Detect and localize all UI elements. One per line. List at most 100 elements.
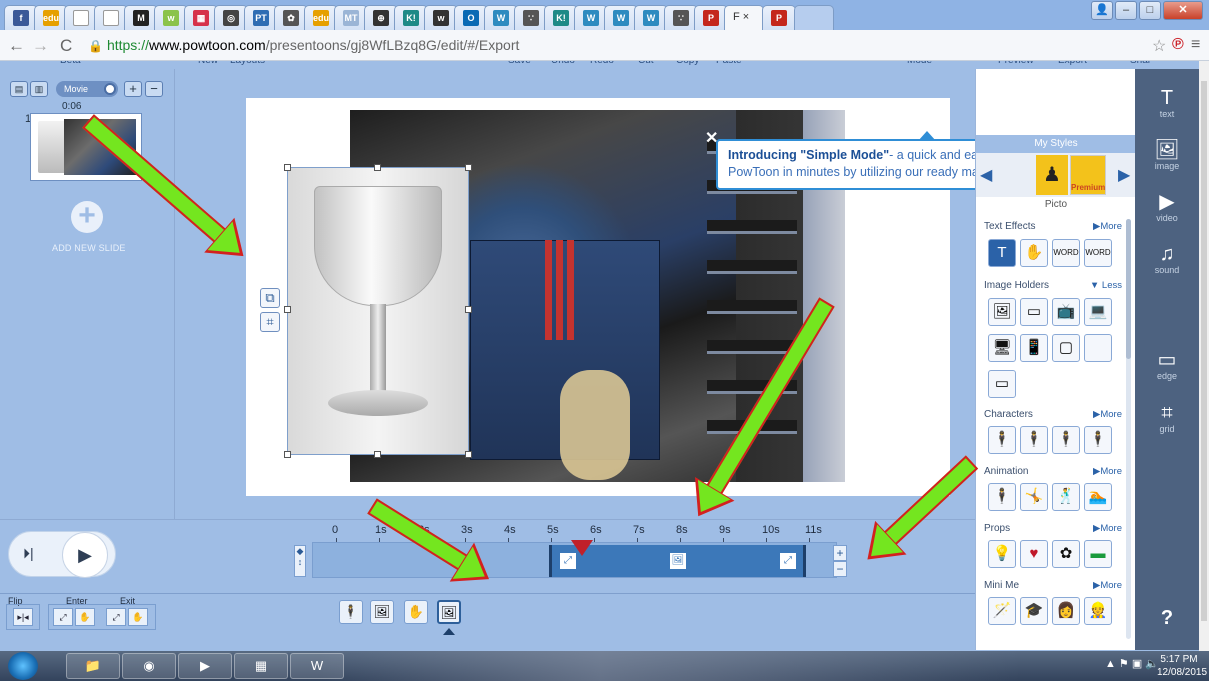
menu-item-cut[interactable]: Cut [638,61,654,66]
layer-order-icon[interactable]: ⧉ [260,288,280,308]
back-arrow-icon[interactable]: ← [8,36,25,56]
browser-tab[interactable]: P [762,5,796,30]
resize-handle[interactable] [284,164,291,171]
menu-icon[interactable]: ≡ [1191,36,1200,54]
media-player-icon[interactable]: ▶ [178,653,232,679]
enter-effect-icon[interactable]: ⤢ [53,608,73,626]
mini-me-3-icon[interactable]: 👩 [1052,597,1080,625]
reload-icon[interactable]: C [60,36,72,56]
menu-item-export[interactable]: Export [1058,61,1087,66]
browser-tab[interactable]: K! [544,5,578,30]
more-toggle[interactable]: ▶More [1093,409,1122,420]
menu-item-new[interactable]: New [198,61,218,66]
mini-me-4-icon[interactable]: 👷 [1084,597,1112,625]
browser-tab[interactable]: PT [244,5,278,30]
resize-handle[interactable] [284,451,291,458]
menu-item-beta[interactable]: Beta [60,61,81,66]
prop-flower-icon[interactable]: ✿ [1052,540,1080,568]
menu-item-share[interactable]: Share [1130,61,1150,66]
step-play-icon[interactable]: ⏵| [23,545,34,562]
menu-item-save[interactable]: Save [508,61,531,66]
text-effect-word-icon[interactable]: WORD [1052,239,1080,267]
menu-item-layouts[interactable]: Layouts [230,61,265,66]
browser-tab[interactable] [94,5,128,30]
page-scroll-thumb[interactable] [1201,81,1207,621]
tool-grid[interactable]: ⌗ grid [1135,402,1199,434]
browser-tab[interactable]: M [124,5,158,30]
browser-tab[interactable]: edu [304,5,338,30]
browser-tab[interactable]: W [604,5,638,30]
zoom-out-button[interactable]: − [833,561,847,577]
resize-handle[interactable] [465,164,472,171]
bookmark-star-icon[interactable]: ☆ [1152,36,1166,56]
image-holder-laptop-icon[interactable]: 💻 [1084,298,1112,326]
start-button-icon[interactable] [8,652,38,680]
maximize-icon[interactable]: □ [1139,1,1161,20]
mini-me-1-icon[interactable]: 🪄 [988,597,1016,625]
tool-text[interactable]: Ttext [1135,87,1199,119]
close-window-icon[interactable]: ✕ [1163,1,1203,20]
zoom-in-button[interactable]: + [833,545,847,561]
less-toggle[interactable]: ▼ Less [1090,280,1122,291]
file-explorer-icon[interactable]: 📁 [66,653,120,679]
image-holder-type-icon[interactable]: 🖼 [437,600,461,624]
browser-tab[interactable]: ∵ [664,5,698,30]
animation-3-icon[interactable]: 🕺 [1052,483,1080,511]
browser-tab-active[interactable]: F × [724,5,764,30]
text-effect-t-icon[interactable]: T [988,239,1016,267]
browser-tab[interactable]: ∵ [514,5,548,30]
playhead-marker[interactable] [571,540,593,556]
play-icon[interactable]: ▶ [62,532,108,578]
menu-item-mode[interactable]: Mode [907,61,932,66]
prop-money-icon[interactable]: ▬ [1084,540,1112,568]
prop-heart-icon[interactable]: ♥ [1020,540,1048,568]
exit-handle-icon[interactable]: ⤢ [780,553,796,569]
text-effect-hand-icon[interactable]: ✋ [1020,239,1048,267]
slide-view-grid-icon[interactable]: ▥ [30,81,48,97]
browser-tab[interactable]: MT [334,5,368,30]
crop-icon[interactable]: ⌗ [260,312,280,332]
resize-handle[interactable] [374,451,381,458]
movie-mode-toggle[interactable]: Movie [56,81,118,97]
picto-style-icon[interactable]: ♟ [1036,155,1068,195]
browser-tab[interactable]: edu [34,5,68,30]
add-new-slide-label[interactable]: ADD NEW SLIDE [52,243,126,253]
more-toggle[interactable]: ▶More [1093,580,1122,591]
browser-tab[interactable]: W [634,5,668,30]
resize-handle[interactable] [374,164,381,171]
browser-tab[interactable]: w [424,5,458,30]
resize-handle[interactable] [465,306,472,313]
exit-hand-icon[interactable]: ✋ [128,608,148,626]
tool-video[interactable]: ▶ video [1135,191,1199,223]
browser-tab[interactable] [64,5,98,30]
browser-tab[interactable]: O [454,5,488,30]
image-holder-desktop-icon[interactable]: 🖥 [988,334,1016,362]
browser-tab[interactable]: W [574,5,608,30]
browser-tab[interactable]: W [484,5,518,30]
resize-handle[interactable] [465,451,472,458]
browser-tab[interactable]: ✿ [274,5,308,30]
tool-image[interactable]: 🖼 image [1135,139,1199,171]
system-tray-icons[interactable]: ▲ ⚑ ▣ 🔈 [1105,657,1159,670]
character-4-icon[interactable]: 🕴 [1084,426,1112,454]
tool-sound[interactable]: ♫ sound [1135,243,1199,275]
image-type-icon[interactable]: 🖼 [370,600,394,624]
pinterest-icon[interactable]: ℗ [1172,36,1184,54]
add-new-slide-icon[interactable]: + [71,201,103,233]
close-icon[interactable]: ✕ [705,128,718,148]
chrome-icon[interactable]: ◉ [122,653,176,679]
library-scrollbar[interactable] [1126,219,1131,639]
character-type-icon[interactable]: 🕴 [339,600,363,624]
prop-lightbulb-icon[interactable]: 💡 [988,540,1016,568]
add-slide-plus-button[interactable]: + [124,81,142,97]
image-holder-tablet-icon[interactable]: ▢ [1052,334,1080,362]
slide-view-list-icon[interactable]: ▤ [10,81,28,97]
image-holder-phone-icon[interactable]: 📱 [1020,334,1048,362]
menu-item-paste[interactable]: Paste [716,61,742,66]
carousel-right-arrow-icon[interactable]: ▶ [1118,165,1130,185]
menu-item-preview[interactable]: Preview [998,61,1034,66]
wine-glass-image-selected[interactable] [287,167,469,455]
browser-tab[interactable]: f [4,5,38,30]
address-bar[interactable]: 🔒 https://www.powtoon.com/presentoons/gj8… [88,35,1143,55]
more-toggle[interactable]: ▶More [1093,221,1122,232]
